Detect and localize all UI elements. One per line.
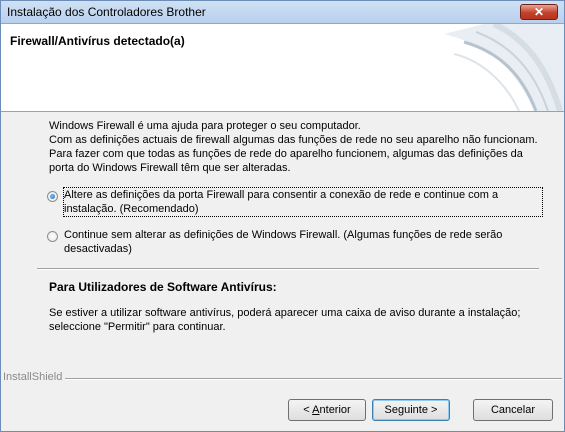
section-divider — [37, 268, 539, 270]
next-button[interactable]: Seguinte > — [372, 399, 450, 421]
back-prefix: < — [303, 404, 313, 416]
page-title: Firewall/Antivírus detectado(a) — [10, 34, 185, 48]
description-text: Windows Firewall é uma ajuda para proteg… — [49, 120, 538, 174]
description-block: Windows Firewall é uma ajuda para proteg… — [49, 119, 539, 175]
radio-keep-firewall[interactable] — [47, 231, 58, 242]
option-keep-firewall-label[interactable]: Continue sem alterar as definições de Wi… — [64, 228, 542, 256]
option-change-firewall-label[interactable]: Altere as definições da porta Firewall p… — [63, 187, 543, 217]
antivirus-heading: Para Utilizadores de Software Antivírus: — [49, 280, 277, 294]
back-label: nterior — [319, 404, 351, 416]
back-button[interactable]: < Anterior — [288, 399, 366, 421]
back-accelerator: A — [312, 404, 320, 416]
installshield-brand: InstallShield — [3, 371, 63, 383]
radio-change-firewall[interactable] — [47, 191, 58, 202]
title-bar[interactable]: Instalação dos Controladores Brother ✕ — [1, 1, 564, 24]
close-button[interactable]: ✕ — [520, 4, 558, 20]
header-art-icon — [444, 24, 564, 111]
window-title: Instalação dos Controladores Brother — [7, 5, 206, 19]
footer-divider — [65, 378, 562, 380]
wizard-header: Firewall/Antivírus detectado(a) — [1, 24, 564, 112]
cancel-button[interactable]: Cancelar — [473, 399, 553, 421]
antivirus-text: Se estiver a utilizar software antivírus… — [49, 307, 521, 333]
installer-window: Instalação dos Controladores Brother ✕ F… — [0, 0, 565, 432]
close-icon: ✕ — [533, 5, 545, 19]
